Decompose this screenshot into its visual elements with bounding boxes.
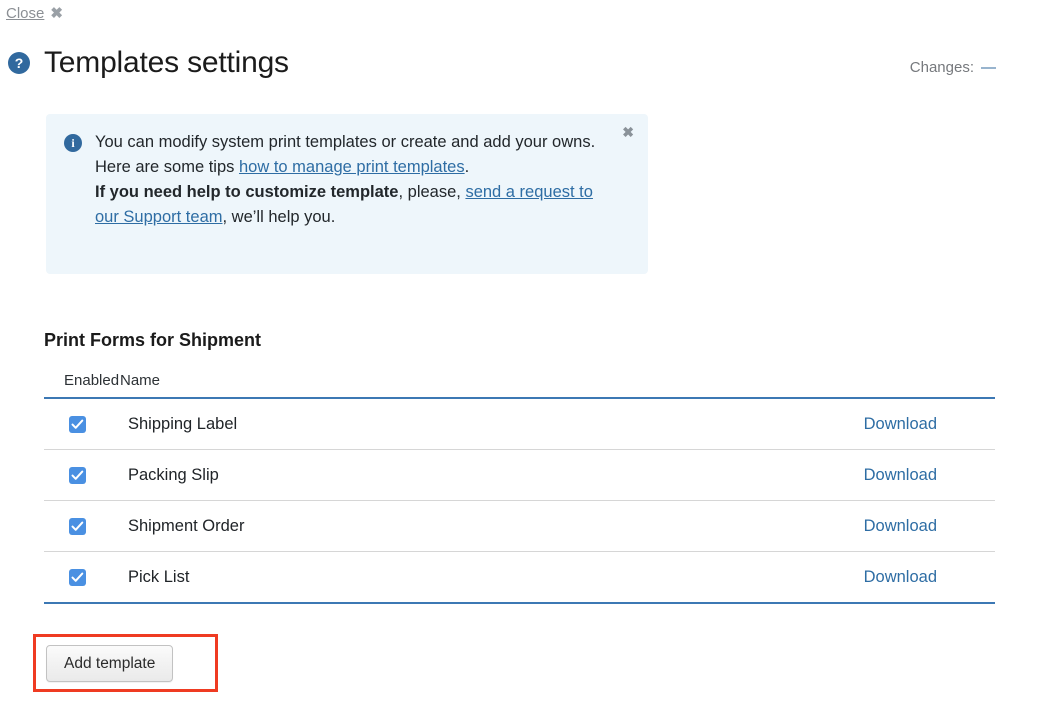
close-bar: Close ✖ [6,4,63,24]
cell-action: Download [795,415,995,434]
download-link[interactable]: Download [864,568,937,586]
enabled-checkbox[interactable] [68,466,86,484]
notice-line2-post: , we’ll help you. [222,208,336,226]
help-icon[interactable]: ? [8,52,30,74]
notice-line2-mid: , please, [398,183,466,201]
enabled-checkbox[interactable] [68,568,86,586]
download-link[interactable]: Download [864,415,937,433]
notice-line1-post: . [464,158,470,176]
table-header-row: Enabled Name [44,372,995,397]
notice-close-icon[interactable]: ✖ [622,125,634,139]
column-header-enabled: Enabled [64,372,120,389]
close-icon[interactable]: ✖ [50,4,63,24]
notice-text: You can modify system print templates or… [95,130,608,230]
enabled-checkbox[interactable] [68,517,86,535]
cell-action: Download [795,568,995,587]
cell-enabled [44,415,120,433]
enabled-checkbox[interactable] [68,415,86,433]
print-forms-table: Enabled Name Shipping Label Download Packi… [44,372,995,604]
info-notice: ✖ i You can modify system print template… [46,114,648,274]
close-link[interactable]: Close [6,4,44,24]
table-body: Shipping Label Download Packing Slip Downlo… [44,397,995,604]
cell-name: Shipping Label [128,414,238,433]
cell-name: Pick List [128,567,190,586]
add-template-button[interactable]: Add template [46,645,174,682]
cell-name: Shipment Order [128,516,245,535]
cell-name: Packing Slip [128,465,219,484]
table-row: Pick List Download [44,552,995,602]
table-row: Packing Slip Download [44,450,995,501]
cell-enabled [44,466,120,484]
changes-value: — [981,58,996,76]
info-icon: i [64,134,82,152]
download-link[interactable]: Download [864,517,937,535]
how-to-manage-link[interactable]: how to manage print templates [239,158,465,176]
cell-action: Download [795,466,995,485]
page-title: Templates settings [44,46,289,79]
download-link[interactable]: Download [864,466,937,484]
table-row: Shipping Label Download [44,399,995,450]
table-row: Shipment Order Download [44,501,995,552]
column-header-name: Name [120,372,161,389]
cell-enabled [44,568,120,586]
cell-enabled [44,517,120,535]
page-header: ? Templates settings Changes: — [8,45,996,81]
section-title: Print Forms for Shipment [44,330,262,350]
changes-indicator: Changes: — [910,51,996,76]
notice-line2-bold: If you need help to customize template [95,183,399,201]
changes-label: Changes: [909,58,974,76]
cell-action: Download [795,517,995,536]
